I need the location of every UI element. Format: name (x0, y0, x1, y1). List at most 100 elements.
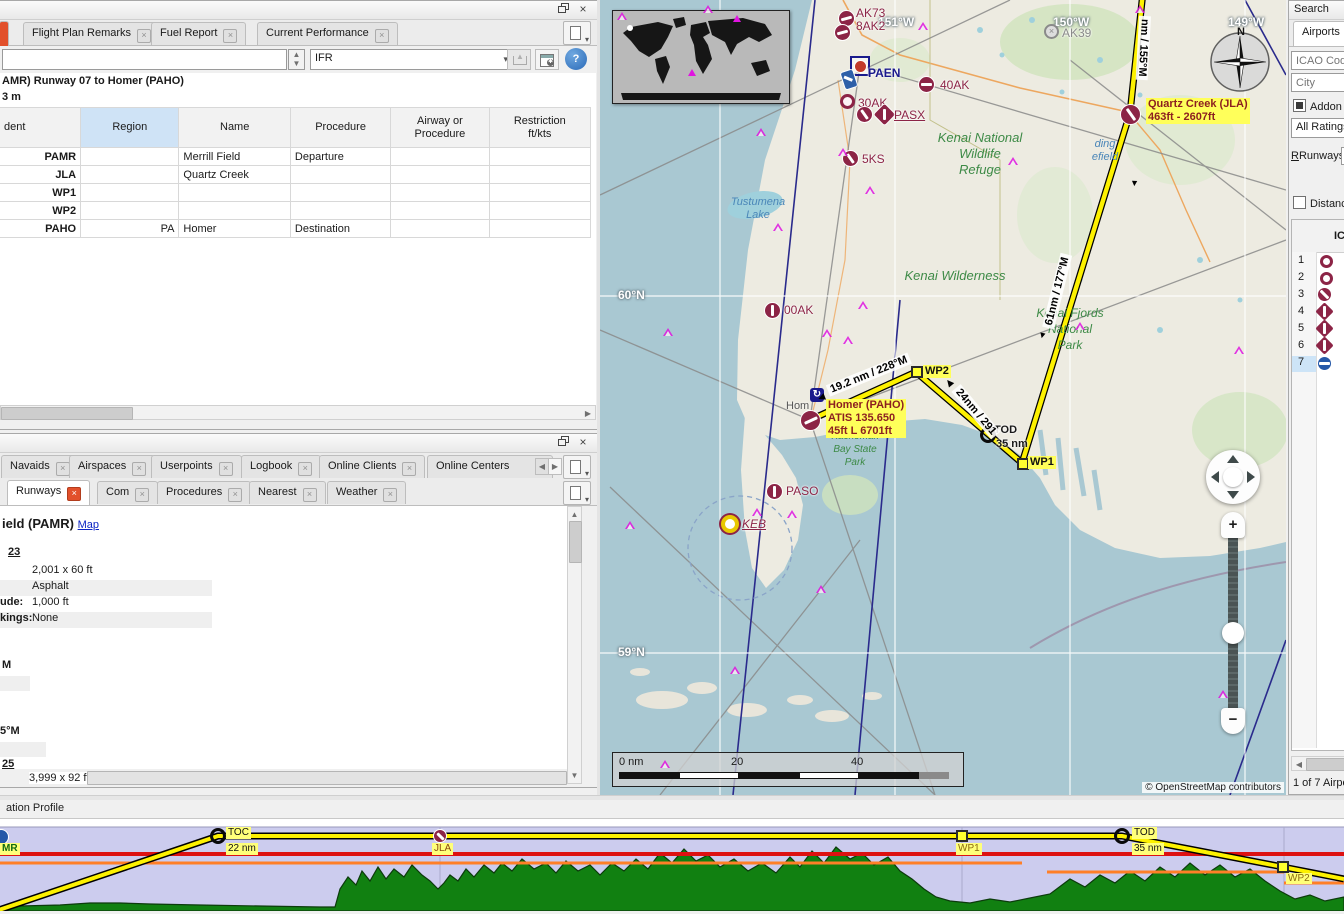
waypoint-icon-wp2[interactable] (911, 366, 923, 378)
info-hscroll2[interactable] (27, 771, 567, 784)
runways-menu-button[interactable] (563, 481, 591, 505)
tab-close-icon[interactable]: × (137, 29, 151, 43)
navaid-label-keb[interactable]: KEB (742, 517, 766, 531)
city-input[interactable] (1291, 73, 1344, 92)
tab-close-icon[interactable]: × (219, 462, 233, 476)
tab-close-icon[interactable]: × (228, 488, 242, 502)
airport-label-ak39[interactable]: AK39 (1062, 26, 1091, 40)
profile-tod-icon[interactable] (1114, 828, 1130, 844)
tab-close-icon[interactable]: × (383, 488, 397, 502)
tab-close-icon[interactable]: × (135, 488, 149, 502)
plan-row-wp2[interactable]: WP2 (0, 202, 591, 220)
flight-plan-menu-button[interactable] (563, 21, 591, 45)
tab-close-icon[interactable]: × (56, 462, 70, 476)
import-button[interactable]: ▲ (507, 49, 531, 70)
airport-icon-paso[interactable] (766, 483, 783, 500)
flight-rules-combo[interactable]: IFR (310, 49, 512, 70)
search-dock-titlebar[interactable]: Search (1289, 1, 1344, 20)
airport-icon-40ak[interactable] (918, 76, 935, 93)
profile-wp1-icon[interactable] (956, 830, 968, 842)
pan-center-knob[interactable] (1223, 467, 1243, 487)
spin-down-icon[interactable]: ▼ (289, 60, 304, 69)
airport-label-5ks[interactable]: 5KS (862, 152, 885, 166)
tab-fuel-report[interactable]: Fuel Report× (151, 22, 246, 45)
result-row selected[interactable]: 7 (1292, 356, 1344, 373)
airport-icon-30ak[interactable] (840, 94, 855, 109)
float-window-button[interactable] (555, 3, 571, 17)
airport-label-paen[interactable]: PAEN (868, 66, 900, 80)
tab-close-icon[interactable]: × (303, 488, 317, 502)
cruise-altitude-input[interactable] (2, 49, 287, 70)
airport-label-00ak[interactable]: 00AK (784, 303, 813, 317)
tab-navaids[interactable]: Navaids× (1, 455, 79, 478)
float-window-button[interactable] (555, 436, 571, 450)
flight-plan-dock-titlebar[interactable]: × (0, 1, 597, 20)
checkbox-icon[interactable] (1293, 99, 1306, 112)
zoom-slider[interactable]: + − (1221, 512, 1245, 734)
performance-button[interactable]: ✱ (535, 49, 559, 70)
airport-label-pasx[interactable]: PASX (894, 108, 925, 122)
tab-userpoints[interactable]: Userpoints× (151, 455, 242, 478)
col-region[interactable]: Region (81, 108, 179, 148)
tab-scroll-left-icon[interactable]: ◀ (535, 458, 549, 475)
tab-close-icon[interactable]: × (402, 462, 416, 476)
profile-wp2-icon[interactable] (1277, 861, 1289, 873)
label-quartz-creek[interactable]: Quartz Creek (JLA) 463ft - 2607ft (1146, 98, 1250, 124)
tab-procedures[interactable]: Procedures× (157, 481, 251, 504)
pan-right-icon[interactable] (1247, 471, 1255, 483)
tab-close-icon[interactable]: × (375, 29, 389, 43)
profile-toc-icon[interactable] (210, 828, 226, 844)
tab-weather[interactable]: Weather× (327, 481, 406, 504)
altitude-spinner[interactable]: ▲ ▼ (288, 49, 305, 70)
close-window-button[interactable]: × (575, 436, 591, 450)
tab-online-clients[interactable]: Online Clients× (319, 455, 425, 478)
airport-label-ak73[interactable]: AK73 (856, 6, 885, 20)
label-wp2[interactable]: WP2 (923, 365, 951, 378)
zoom-out-button[interactable]: − (1221, 708, 1245, 734)
map-link[interactable]: Map (78, 519, 99, 531)
tab-com[interactable]: Com× (97, 481, 158, 504)
scroll-left-icon[interactable]: ◀ (1293, 758, 1305, 771)
addon-checkbox[interactable]: Addon (1293, 99, 1342, 113)
airport-icon-jla[interactable] (1120, 104, 1141, 125)
tab-nearest[interactable]: Nearest× (249, 481, 326, 504)
tab-close-icon[interactable]: × (223, 29, 237, 43)
flight-plan-hscroll[interactable]: ▶ (0, 405, 596, 420)
airport-icon-00ak[interactable] (764, 302, 781, 319)
search-results-table[interactable]: ICAO 1 2 3 4 5 6 7 (1291, 219, 1344, 751)
airport-label-40ak[interactable]: 40AK (940, 78, 969, 92)
col-airway[interactable]: Airway or Procedure (391, 108, 489, 148)
profile-canvas[interactable]: MR TOC 22 nm JLA WP1 TOD 35 nm WP2 (0, 818, 1344, 911)
icao-code-input[interactable] (1291, 51, 1344, 70)
plan-row-jla[interactable]: JLA Quartz Creek (0, 166, 591, 184)
plan-row-pamr[interactable]: PAMR Merrill FieldDeparture (0, 148, 591, 166)
airport-icon-ak39[interactable]: × (1044, 24, 1059, 39)
col-name[interactable]: Name (179, 108, 291, 148)
icao-column-header[interactable]: ICAO (1334, 230, 1344, 242)
tab-flight-plan-partial[interactable] (0, 21, 9, 46)
flight-plan-table[interactable]: dent Region Name Procedure Airway or Pro… (0, 107, 591, 238)
pan-control[interactable] (1206, 450, 1260, 504)
zoom-handle[interactable] (1222, 622, 1244, 644)
airport-label-8ak2[interactable]: 8AK2 (856, 19, 885, 33)
info-vscroll[interactable]: ▲ ▼ (567, 506, 582, 784)
plan-row-paho[interactable]: PAHOPA HomerDestination (0, 220, 591, 238)
profile-jla-icon[interactable] (433, 829, 447, 843)
airport-label-paso[interactable]: PASO (786, 484, 818, 498)
tab-close-icon[interactable]: × (67, 487, 81, 501)
airport-icon-closed[interactable] (856, 106, 873, 123)
tab-airports-search[interactable]: Airports× (1293, 21, 1344, 46)
splitter-vertical[interactable] (597, 0, 600, 795)
airport-icon-8ak2[interactable] (834, 24, 851, 41)
tab-scroll-right-icon[interactable]: ▶ (548, 458, 562, 475)
navaid-icon-keb[interactable] (721, 515, 739, 533)
tab-airspaces[interactable]: Airspaces× (69, 455, 155, 478)
tab-close-icon[interactable]: × (132, 462, 146, 476)
col-procedure[interactable]: Procedure (290, 108, 390, 148)
scroll-right-icon[interactable]: ▶ (582, 407, 594, 420)
pan-up-icon[interactable] (1227, 455, 1239, 463)
label-wp1[interactable]: WP1 (1028, 456, 1056, 469)
tab-current-performance[interactable]: Current Performance× (257, 22, 398, 45)
ratings-combo[interactable]: All Ratings (1291, 118, 1344, 138)
plan-row-wp1[interactable]: WP1 (0, 184, 591, 202)
